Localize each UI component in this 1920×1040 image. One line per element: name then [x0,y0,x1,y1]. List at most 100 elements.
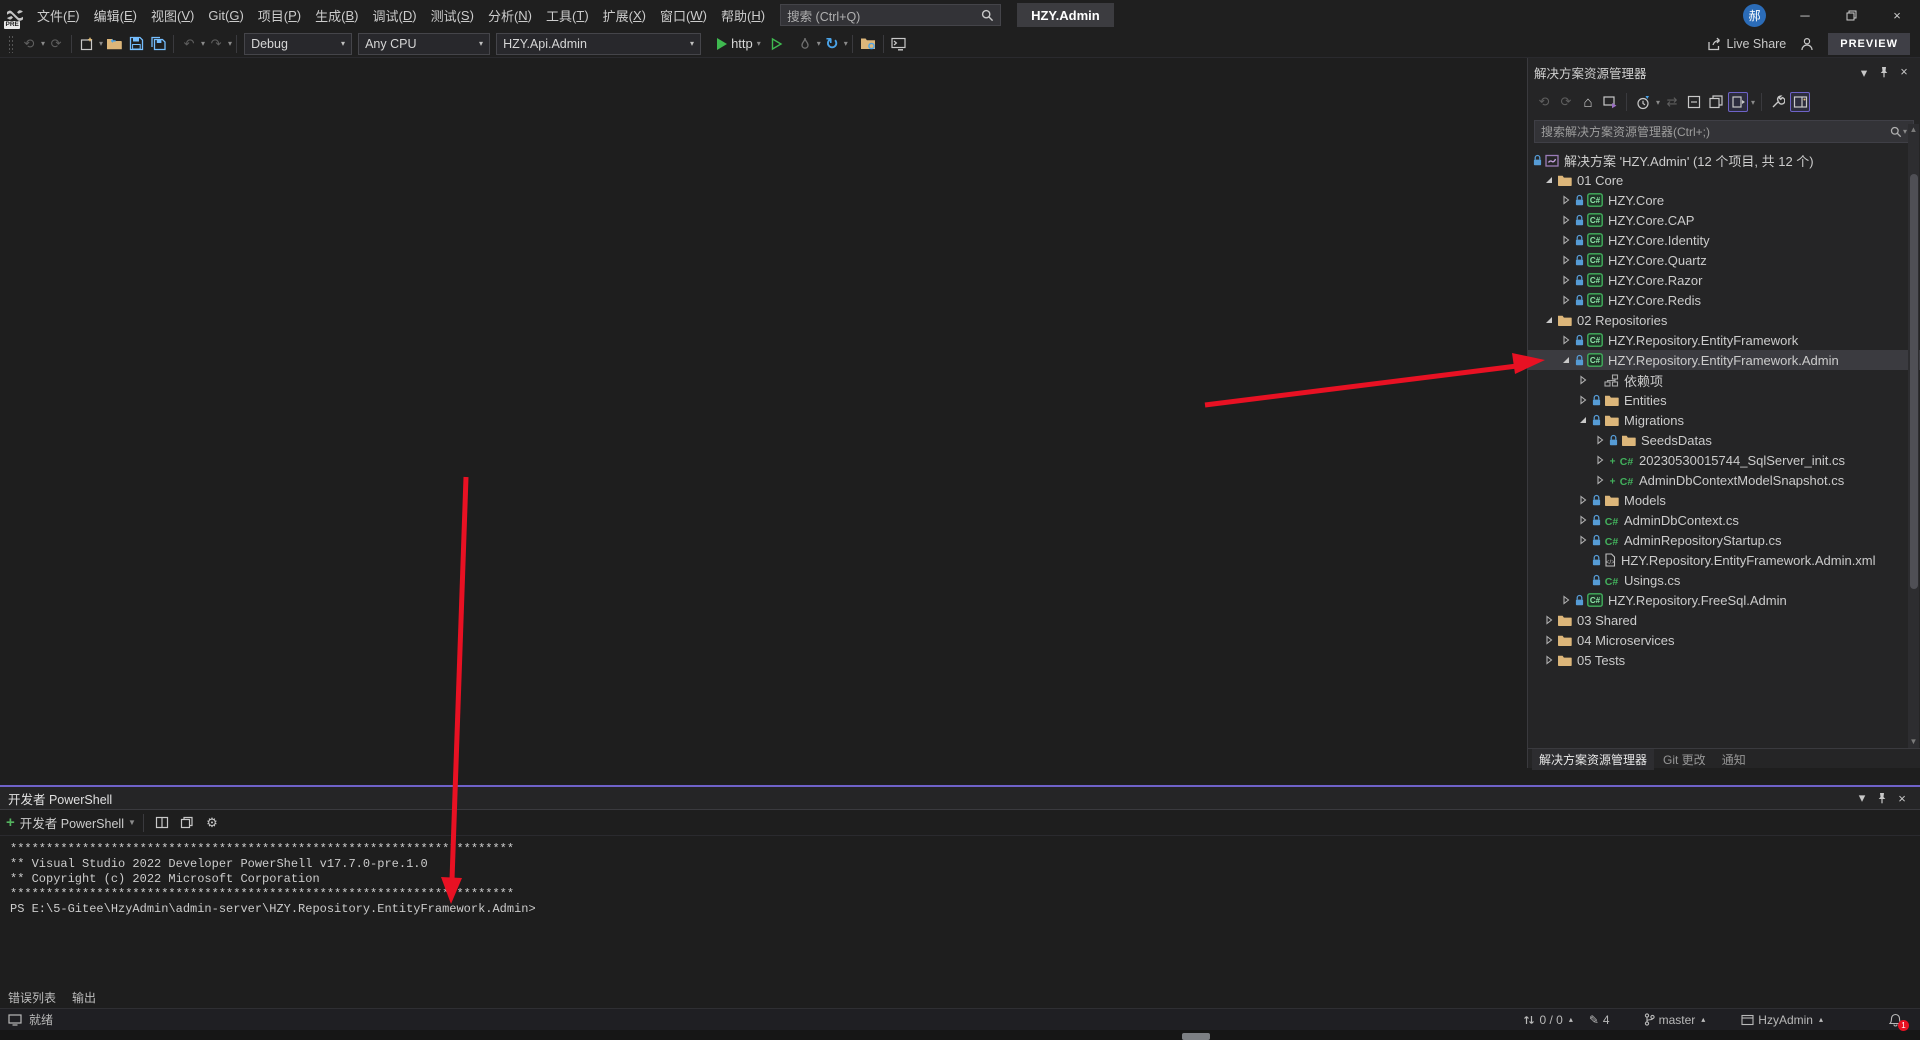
terminal-tab-title[interactable]: 开发者 PowerShell [8,789,112,808]
home-icon[interactable]: ⌂ [1578,92,1598,112]
feedback-person-icon[interactable] [1796,33,1818,55]
expand-collapsed-icon[interactable] [1560,294,1572,306]
feedback-monitor-icon[interactable] [8,1014,22,1026]
expand-collapsed-icon[interactable] [1594,454,1606,466]
start-debug-button[interactable]: http ▾ [710,33,766,55]
window-position-dropdown-icon[interactable]: ▾ [1852,788,1872,808]
scroll-up-icon[interactable]: ▲ [1908,124,1919,136]
toolbar-drag-handle[interactable] [8,35,14,53]
expand-collapsed-icon[interactable] [1560,234,1572,246]
copy-icon[interactable] [176,812,198,834]
tree-item[interactable]: 解决方案 'HZY.Admin' (12 个项目, 共 12 个) [1528,150,1920,170]
preview-selected-items-icon[interactable] [1790,92,1810,112]
se-bottom-tab[interactable]: 解决方案资源管理器 [1532,749,1654,770]
restart-dropdown[interactable]: ▾ [844,39,848,48]
new-project-icon[interactable] [76,33,98,55]
expand-collapsed-icon[interactable] [1577,394,1589,406]
menu-Git[interactable]: Git(G) [201,0,250,30]
tree-item[interactable]: C#HZY.Repository.FreeSql.Admin [1528,590,1920,610]
pending-edits-status[interactable]: ✎ 4 [1589,1013,1610,1027]
split-terminal-icon[interactable] [151,812,173,834]
scroll-down-icon[interactable]: ▼ [1908,736,1919,748]
switch-views-icon[interactable] [1600,92,1620,112]
configuration-combo[interactable]: Debug▾ [244,33,352,55]
notifications-bell[interactable]: 1 [1889,1013,1902,1027]
tree-item[interactable]: +C#AdminDbContextModelSnapshot.cs [1528,470,1920,490]
restart-icon[interactable]: ↻ [821,33,843,55]
expand-collapsed-icon[interactable] [1594,434,1606,446]
tree-item[interactable]: Migrations [1528,410,1920,430]
tree-item[interactable]: Entities [1528,390,1920,410]
sync-active-dropdown[interactable]: ▾ [1751,98,1755,107]
pin-icon[interactable] [1872,788,1892,808]
filter-dropdown[interactable]: ▾ [1656,98,1660,107]
menu-窗口[interactable]: 窗口(W) [653,0,714,30]
tree-item[interactable]: C#AdminDbContext.cs [1528,510,1920,530]
tree-item[interactable]: C#Usings.cs [1528,570,1920,590]
expand-collapsed-icon[interactable] [1577,494,1589,506]
menu-生成[interactable]: 生成(B) [308,0,365,30]
navigate-forward-icon[interactable]: ⟳ [45,33,67,55]
menu-扩展[interactable]: 扩展(X) [596,0,653,30]
menu-分析[interactable]: 分析(N) [481,0,539,30]
tree-item[interactable]: 02 Repositories [1528,310,1920,330]
tree-item[interactable]: C#HZY.Repository.EntityFramework.Admin [1528,350,1920,370]
collapse-all-icon[interactable] [1684,92,1704,112]
expand-collapsed-icon[interactable] [1560,334,1572,346]
tree-item[interactable]: 05 Tests [1528,650,1920,670]
expand-collapsed-icon[interactable] [1560,194,1572,206]
panel-tab[interactable]: 错误列表 [8,989,56,1006]
preview-feature-button[interactable]: PREVIEW [1828,33,1910,55]
user-avatar[interactable]: 郝 [1743,4,1766,27]
solution-folder-icon[interactable] [857,33,879,55]
settings-gear-icon[interactable]: ⚙ [201,812,223,834]
hot-reload-icon[interactable] [794,33,816,55]
tree-item[interactable]: 03 Shared [1528,610,1920,630]
menu-测试[interactable]: 测试(S) [424,0,481,30]
git-branch-status[interactable]: master ▴ [1644,1013,1706,1027]
expand-collapsed-icon[interactable] [1594,474,1606,486]
expand-collapsed-icon[interactable] [1560,214,1572,226]
menu-帮助[interactable]: 帮助(H) [714,0,772,30]
expand-collapsed-icon[interactable] [1577,534,1589,546]
menu-视图[interactable]: 视图(V) [144,0,201,30]
menu-编辑[interactable]: 编辑(E) [87,0,144,30]
save-all-icon[interactable] [147,33,169,55]
tree-item[interactable]: C#HZY.Core.Identity [1528,230,1920,250]
expand-collapsed-icon[interactable] [1560,274,1572,286]
close-button[interactable]: × [1874,0,1920,30]
redo-dropdown[interactable]: ▾ [228,39,232,48]
window-position-dropdown-icon[interactable]: ▾ [1854,62,1874,82]
show-all-files-icon[interactable] [1706,92,1726,112]
tree-item[interactable]: C#HZY.Core.CAP [1528,210,1920,230]
new-terminal-dropdown[interactable]: ▼ [128,818,136,827]
sync-with-active-document-icon[interactable] [1728,92,1748,112]
save-icon[interactable] [125,33,147,55]
tree-item[interactable]: C#HZY.Core.Quartz [1528,250,1920,270]
expand-expanded-icon[interactable] [1543,314,1555,326]
se-bottom-tab[interactable]: 通知 [1715,749,1753,770]
start-without-debug-icon[interactable] [766,33,788,55]
search-options-dropdown[interactable]: ▾ [1903,127,1907,136]
sync-icon[interactable]: ⇄ [1662,92,1682,112]
menu-文件[interactable]: 文件(F) [30,0,87,30]
solution-explorer-search-box[interactable]: 搜索解决方案资源管理器(Ctrl+;) ▾ [1534,120,1914,143]
git-repository-status[interactable]: HzyAdmin ▴ [1741,1013,1823,1027]
tree-item[interactable]: 依赖项 [1528,370,1920,390]
quick-search-box[interactable]: 搜索 (Ctrl+Q) [780,4,1001,26]
redo-icon[interactable]: ↷ [205,33,227,55]
tree-item[interactable]: C#HZY.Repository.EntityFramework [1528,330,1920,350]
tree-item[interactable]: +C#20230530015744_SqlServer_init.cs [1528,450,1920,470]
git-sync-status[interactable]: 0 / 0 ▴ [1523,1013,1572,1027]
expand-collapsed-icon[interactable] [1560,254,1572,266]
expand-expanded-icon[interactable] [1577,414,1589,426]
live-share-button[interactable]: Live Share [1707,37,1787,51]
tree-item[interactable]: C#HZY.Core [1528,190,1920,210]
minimize-button[interactable]: ─ [1782,0,1828,30]
tree-scrollbar[interactable]: ▲ ▼ [1908,124,1919,748]
tree-item[interactable]: </>HZY.Repository.EntityFramework.Admin.… [1528,550,1920,570]
scrollbar-thumb[interactable] [1910,174,1918,589]
terminal-output[interactable]: ****************************************… [0,836,1920,923]
forward-icon[interactable]: ⟳ [1556,92,1576,112]
new-terminal-label[interactable]: 开发者 PowerShell [20,813,124,832]
